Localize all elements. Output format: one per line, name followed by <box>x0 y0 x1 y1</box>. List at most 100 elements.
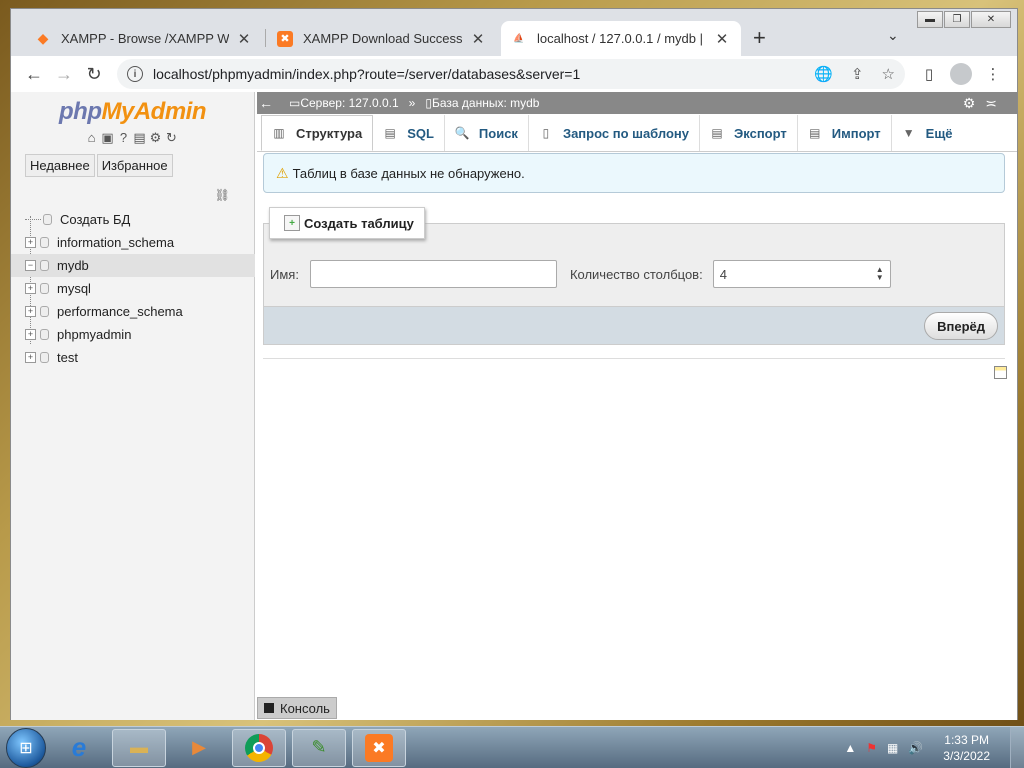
collapse-top-icon[interactable]: ≍ <box>985 95 1007 111</box>
tab-title: XAMPP - Browse /XAMPP Windo <box>61 31 229 46</box>
table-name-input[interactable] <box>309 260 557 288</box>
favorites-tab[interactable]: Избранное <box>96 154 173 177</box>
new-tab-button[interactable]: + <box>753 25 766 51</box>
settings-gear-icon[interactable]: ⚙ <box>963 95 986 111</box>
nav-icon-row: ⌂ ▣? ▤ ⚙ ↻ <box>11 130 254 146</box>
media-player-icon[interactable]: ▶ <box>172 729 226 767</box>
url-text[interactable]: localhost/phpmyadmin/index.php?route=/se… <box>153 66 796 82</box>
show-desktop-button[interactable] <box>1010 726 1024 768</box>
tree-item-performance-schema[interactable]: + performance_schema <box>11 300 255 323</box>
browser-tab-xampp-browse[interactable]: ◆ XAMPP - Browse /XAMPP Windo ✕ <box>25 21 263 56</box>
page-settings-icon[interactable] <box>994 366 1007 379</box>
breadcrumb-server[interactable]: Сервер: 127.0.0.1 <box>300 96 398 110</box>
collapse-minus-icon[interactable]: − <box>25 260 36 271</box>
file-explorer-icon[interactable]: ▬ <box>112 728 166 767</box>
tree-item-information-schema[interactable]: + information_schema <box>11 231 255 254</box>
tab-query[interactable]: ▯ Запрос по шаблону <box>529 115 701 151</box>
minimize-button[interactable]: ▬ <box>917 11 943 28</box>
help-icon[interactable]: ? <box>117 130 133 145</box>
query-icon: ▯ <box>542 126 550 140</box>
tree-item-mysql[interactable]: + mysql <box>11 277 255 300</box>
create-table-form: Имя: Количество столбцов: 4 ▲ ▼ <box>270 260 891 288</box>
tab-title: XAMPP Download Success <box>303 31 463 46</box>
settings-gear-icon[interactable]: ⚙ <box>149 130 165 146</box>
home-icon[interactable]: ⌂ <box>85 130 101 145</box>
tab-sql[interactable]: ▤ SQL <box>373 115 445 151</box>
site-info-icon[interactable]: i <box>127 66 143 82</box>
action-center-icon[interactable]: ⚑ <box>866 741 877 755</box>
divider <box>263 358 1005 359</box>
expand-plus-icon[interactable]: + <box>25 306 36 317</box>
database-icon: ▯ <box>425 96 432 110</box>
collapse-nav-arrow-icon[interactable]: ← <box>257 95 275 111</box>
maximize-button[interactable]: ❐ <box>944 11 970 28</box>
tree-item-test[interactable]: + test <box>11 346 255 369</box>
address-bar[interactable]: i localhost/phpmyadmin/index.php?route=/… <box>117 59 905 89</box>
share-icon[interactable]: ⇪ <box>851 65 864 83</box>
reload-icon[interactable]: ↻ <box>79 60 109 88</box>
browser-tab-phpmyadmin[interactable]: ⛵ localhost / 127.0.0.1 / mydb | php ✕ <box>501 21 741 56</box>
main-panel: ← ▭ Сервер: 127.0.0.1 » ▯ База данных: m… <box>257 92 1017 720</box>
notice-message: ⚠ Таблиц в базе данных не обнаружено. <box>263 153 1005 193</box>
menu-dots-icon[interactable]: ⋮ <box>977 65 1009 83</box>
expand-plus-icon[interactable]: + <box>25 352 36 363</box>
forward-arrow-icon[interactable]: → <box>49 60 79 88</box>
close-window-button[interactable]: ✕ <box>971 11 1011 28</box>
docs-icon[interactable]: ▤ <box>133 130 149 146</box>
internet-explorer-icon[interactable]: e <box>52 729 106 767</box>
profile-avatar[interactable] <box>950 63 972 85</box>
console-toggle[interactable]: Консоль <box>257 697 337 719</box>
expand-plus-icon[interactable]: + <box>25 237 36 248</box>
volume-icon[interactable]: 🔊 <box>908 741 923 755</box>
close-tab-icon[interactable]: ✕ <box>713 30 731 48</box>
expand-plus-icon[interactable]: + <box>25 283 36 294</box>
tab-import[interactable]: ▤ Импорт <box>798 115 892 151</box>
bookmark-star-icon[interactable]: ☆ <box>882 65 895 83</box>
tab-search[interactable]: 🔍 Поиск <box>445 115 529 151</box>
tab-more[interactable]: ▼ Ещё <box>892 115 963 151</box>
tab-export[interactable]: ▤ Экспорт <box>700 115 798 151</box>
notice-text: Таблиц в базе данных не обнаружено. <box>292 165 525 181</box>
columns-count-stepper[interactable]: 4 ▲ ▼ <box>712 260 891 288</box>
reload-nav-icon[interactable]: ↻ <box>165 130 181 146</box>
network-icon[interactable]: ▦ <box>887 741 898 755</box>
close-tab-icon[interactable]: ✕ <box>469 30 487 48</box>
xampp-taskbar-icon[interactable]: ✖ <box>352 728 406 767</box>
translate-icon[interactable]: 🌐 <box>814 65 833 83</box>
tab-search-chevron-icon[interactable]: ⌄ <box>887 27 899 44</box>
expand-plus-icon[interactable]: + <box>25 329 36 340</box>
sql-icon: ▤ <box>384 126 396 140</box>
clock[interactable]: 1:33 PM 3/3/2022 <box>943 732 990 764</box>
logout-icon[interactable]: ▣ <box>101 130 117 146</box>
tab-strip: ◆ XAMPP - Browse /XAMPP Windo ✕ ✖ XAMPP … <box>11 9 1017 56</box>
browser-tab-xampp-download[interactable]: ✖ XAMPP Download Success ✕ <box>267 21 497 56</box>
navigation-panel: phpMyAdmin ⌂ ▣? ▤ ⚙ ↻ Недавнее Избранное ⛓ С… <box>11 92 255 720</box>
chrome-icon[interactable] <box>232 728 286 767</box>
tray-expand-icon[interactable]: ▲ <box>844 741 856 755</box>
back-arrow-icon[interactable]: ← <box>19 60 49 88</box>
tab-structure[interactable]: ▥ Структура <box>261 115 374 151</box>
database-icon <box>40 283 49 294</box>
browser-toolbar: ← → ↻ i localhost/phpmyadmin/index.php?r… <box>11 56 1017 92</box>
create-db-item[interactable]: Создать БД <box>11 208 255 231</box>
notepad-plus-plus-icon[interactable]: ✎ <box>292 728 346 767</box>
recent-tab[interactable]: Недавнее <box>25 154 95 177</box>
go-button[interactable]: Вперёд <box>924 312 998 340</box>
database-icon <box>40 260 49 271</box>
columns-count-value[interactable]: 4 <box>720 267 727 282</box>
tree-item-mydb[interactable]: − mydb <box>11 254 255 277</box>
new-table-icon: + <box>284 215 300 231</box>
phpmyadmin-logo[interactable]: phpMyAdmin <box>11 92 254 126</box>
link-chain-icon[interactable]: ⛓ <box>215 188 230 202</box>
start-button[interactable]: ⊞ <box>6 727 46 768</box>
console-label: Консоль <box>280 700 330 716</box>
breadcrumb-database[interactable]: База данных: mydb <box>432 96 540 110</box>
spinner-arrows-icon[interactable]: ▲ ▼ <box>876 266 884 282</box>
nav-tabs: Недавнее Избранное <box>25 154 254 177</box>
side-panel-icon[interactable]: ▯ <box>913 65 945 83</box>
close-tab-icon[interactable]: ✕ <box>235 30 253 48</box>
console-icon <box>264 703 274 713</box>
create-db-label[interactable]: Создать БД <box>60 212 130 227</box>
tree-item-phpmyadmin[interactable]: + phpmyadmin <box>11 323 255 346</box>
create-table-legend[interactable]: + Создать таблицу <box>269 207 425 239</box>
